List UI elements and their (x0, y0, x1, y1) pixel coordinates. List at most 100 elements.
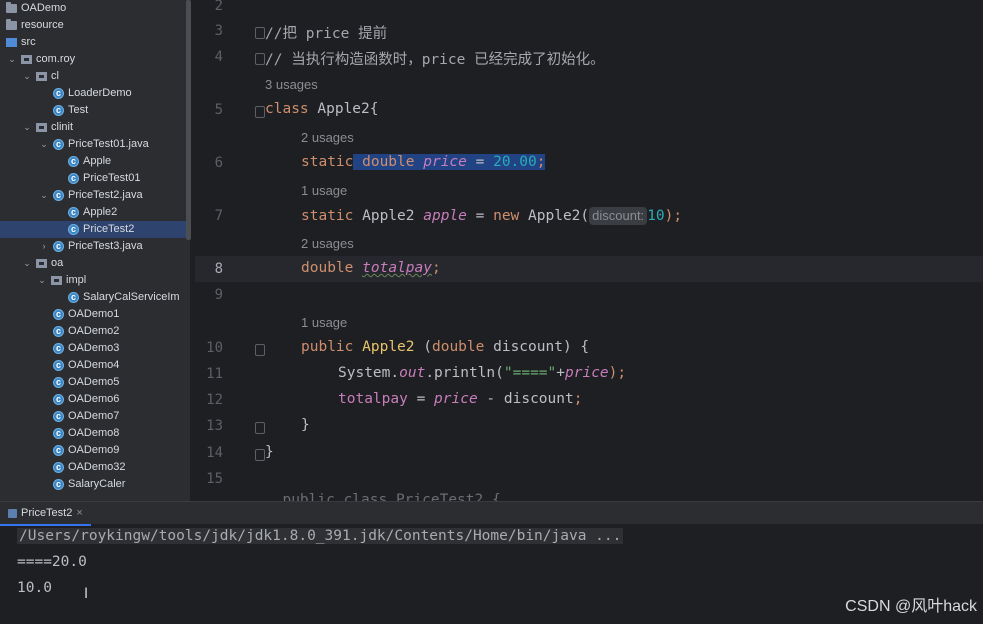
class-icon (53, 238, 64, 255)
tree-item[interactable]: ⌄ cl (0, 68, 186, 85)
fold-marker-icon[interactable] (255, 449, 265, 461)
tree-item[interactable]: OADemo4 (0, 357, 186, 374)
keyword: static (301, 154, 354, 170)
tree-item[interactable]: OADemo7 (0, 408, 186, 425)
tree-item[interactable]: OADemo9 (0, 442, 186, 459)
operator: = (407, 391, 435, 407)
class-icon (68, 170, 79, 187)
chevron-down-icon[interactable]: ⌄ (22, 255, 32, 272)
tree-item[interactable]: resource (0, 17, 186, 34)
tree-item[interactable]: SalaryCalServiceIm (0, 289, 186, 306)
close-icon[interactable]: × (76, 507, 82, 519)
tree-item[interactable]: ⌄ PriceTest01.java (0, 136, 186, 153)
line-number: 7 (214, 208, 223, 224)
fold-marker-icon[interactable] (255, 106, 265, 118)
usages-hint[interactable]: 3 usages (265, 77, 318, 92)
line-number: 10 (206, 340, 223, 356)
field-name: out (399, 365, 426, 381)
constructor-name: Apple2 (362, 339, 415, 355)
tree-item[interactable]: OADemo1 (0, 306, 186, 323)
line-number: 12 (206, 392, 223, 408)
watermark: CSDN @风叶hack (845, 598, 977, 615)
operator: = (466, 208, 494, 224)
tree-item[interactable]: OADemo (0, 0, 186, 17)
tree-item-label: LoaderDemo (68, 87, 132, 99)
tree-item[interactable]: Test (0, 102, 186, 119)
chevron-right-icon[interactable]: › (39, 238, 49, 255)
totalpay-field-line: double totalpay; (301, 260, 441, 276)
keyword: new (493, 208, 520, 224)
class-icon (53, 340, 64, 357)
keyword: public (301, 339, 354, 355)
tree-item[interactable]: OADemo32 (0, 459, 186, 476)
line-number: 3 (214, 23, 223, 39)
tree-item[interactable]: SalaryCaler (0, 476, 186, 493)
tree-item[interactable]: OADemo2 (0, 323, 186, 340)
class-icon (53, 391, 64, 408)
class-icon (68, 153, 79, 170)
tree-item[interactable]: OADemo8 (0, 425, 186, 442)
tree-item[interactable]: ⌄ PriceTest2.java (0, 187, 186, 204)
chevron-down-icon[interactable]: ⌄ (22, 119, 32, 136)
tree-item[interactable]: ⌄ oa (0, 255, 186, 272)
chevron-down-icon[interactable]: ⌄ (39, 136, 49, 153)
field-name: price (565, 365, 609, 381)
code-comment: // 当执行构造函数时，price 已经完成了初始化。 (265, 52, 605, 68)
tree-item[interactable]: ⌄ impl (0, 272, 186, 289)
tree-item[interactable]: LoaderDemo (0, 85, 186, 102)
tree-item-label: resource (21, 19, 64, 31)
keyword: class (265, 101, 309, 117)
chevron-down-icon[interactable]: ⌄ (22, 68, 32, 85)
field-name: apple (423, 208, 467, 224)
apple-field-line: static Apple2 apple = new Apple2(discoun… (301, 207, 682, 225)
line-number: 14 (206, 445, 223, 461)
module-folder-icon (6, 2, 17, 13)
chevron-down-icon[interactable]: ⌄ (37, 272, 47, 289)
fold-marker-icon[interactable] (255, 344, 265, 356)
tree-item-label: oa (51, 257, 64, 269)
tree-item[interactable]: › PriceTest3.java (0, 238, 186, 255)
chevron-down-icon[interactable]: ⌄ (39, 187, 49, 204)
usages-hint[interactable]: 2 usages (301, 130, 354, 145)
usages-hint[interactable]: 1 usage (301, 315, 347, 330)
tree-item-label: PriceTest01.java (68, 138, 149, 150)
operator: + (556, 365, 566, 381)
field-name: totalpay (338, 391, 408, 407)
class-declaration: class Apple2{ (265, 101, 379, 117)
price-field-line: static double price = 20.00; (301, 154, 546, 170)
tree-item[interactable]: OADemo5 (0, 374, 186, 391)
tree-item[interactable]: OADemo3 (0, 340, 186, 357)
number-literal: 10 (647, 208, 665, 224)
type-name: Apple2 (353, 208, 424, 224)
project-tree-scrollbar[interactable] (186, 0, 191, 240)
chevron-down-icon[interactable]: ⌄ (7, 51, 17, 68)
class-icon (68, 221, 79, 238)
fold-marker-icon[interactable] (255, 422, 265, 434)
tree-item[interactable]: OADemo6 (0, 391, 186, 408)
usages-hint[interactable]: 2 usages (301, 236, 354, 251)
tree-item[interactable]: PriceTest2 (0, 221, 186, 238)
class-icon (53, 459, 64, 476)
fold-marker-icon[interactable] (255, 53, 265, 65)
line-number: 2 (214, 0, 223, 14)
tree-item-label: cl (51, 70, 59, 82)
usages-hint[interactable]: 1 usage (301, 183, 347, 198)
tree-item[interactable]: PriceTest01 (0, 170, 186, 187)
tree-item[interactable]: ⌄ com.roy (0, 51, 186, 68)
tree-item[interactable]: ⌄ clinit (0, 119, 186, 136)
tree-item[interactable]: src (0, 34, 186, 51)
source-folder-icon (6, 38, 17, 47)
run-tab-pricetest2[interactable]: PriceTest2 × (0, 502, 91, 526)
semicolon: ; (536, 154, 546, 170)
tree-item[interactable]: Apple (0, 153, 186, 170)
code-editor[interactable]: 2 3 4 5 6 7 8 9 10 11 12 13 14 15 //把 pr… (195, 0, 983, 501)
tree-item[interactable]: Apple2 (0, 204, 186, 221)
fold-marker-icon[interactable] (255, 27, 265, 39)
keyword: static (301, 208, 354, 224)
parameter-hint: discount: (589, 207, 648, 225)
string-literal: "====" (503, 365, 557, 381)
tree-item-label: OADemo (21, 2, 67, 14)
tree-item-label: OADemo1 (68, 308, 120, 320)
console-command-line[interactable]: /Users/roykingw/tools/jdk/jdk1.8.0_391.j… (17, 528, 624, 544)
keyword: double (353, 154, 424, 170)
